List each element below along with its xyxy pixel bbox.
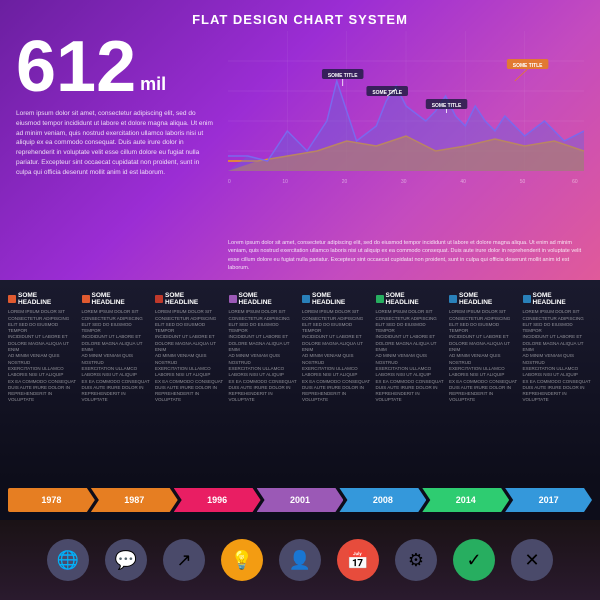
headline-body: LOREM IPSUM DOLOR SITCONSECTETUR ADIPISC… [82,309,152,403]
headline-label: SOMEHEADLINE [229,292,299,306]
right-description: Lorem ipsum dolor sit amet, consectetur … [228,239,584,272]
headline-item-1: SOMEHEADLINE LOREM IPSUM DOLOR SITCONSEC… [82,292,152,472]
timeline-item-2017[interactable]: 2017 [505,488,592,512]
line-chart: SOME TITLE SOME TITLE SOME TITLE SOME TI… [228,31,584,191]
headline-label: SOMEHEADLINE [376,292,446,306]
headline-label: SOMEHEADLINE [523,292,593,306]
settings-icon[interactable]: ⚙ [395,539,437,581]
headline-label: SOMEHEADLINE [302,292,372,306]
left-description: Lorem ipsum dolor sit amet, consectetur … [16,109,216,177]
headline-body: LOREM IPSUM DOLOR SITCONSECTETUR ADIPISC… [8,309,78,403]
headline-body: LOREM IPSUM DOLOR SITCONSECTETUR ADIPISC… [229,309,299,403]
svg-text:SOME TITLE: SOME TITLE [432,103,462,109]
svg-text:40: 40 [460,179,466,185]
headline-body: LOREM IPSUM DOLOR SITCONSECTETUR ADIPISC… [449,309,519,403]
bottom-section: 🌐 💬 ↗ 💡 👤 📅 ⚙ ✓ ✕ [0,520,600,600]
headline-label: SOMEHEADLINE [8,292,78,306]
page-title: FLAT DESIGN CHART SYSTEM [16,12,584,27]
timeline-bar: 1978 1987 1996 2001 2008 2014 2017 [8,488,592,512]
timeline-item-2008[interactable]: 2008 [339,488,426,512]
svg-text:SOME TITLE: SOME TITLE [328,73,358,79]
headline-item-0: SOMEHEADLINE LOREM IPSUM DOLOR SITCONSEC… [8,292,78,472]
headline-body: LOREM IPSUM DOLOR SITCONSECTETUR ADIPISC… [523,309,593,403]
timeline-year: 2014 [456,495,476,505]
svg-text:20: 20 [342,179,348,185]
timeline-year: 1987 [124,495,144,505]
timeline-year: 1978 [41,495,61,505]
check-icon[interactable]: ✓ [453,539,495,581]
big-number: 612 [16,31,136,103]
timeline-item-1978[interactable]: 1978 [8,488,95,512]
headline-title: SOMEHEADLINE [459,292,492,306]
headline-body: LOREM IPSUM DOLOR SITCONSECTETUR ADIPISC… [302,309,372,403]
headline-color-dot [523,295,531,303]
headline-color-dot [376,295,384,303]
timeline-year: 2001 [290,495,310,505]
headline-item-2: SOMEHEADLINE LOREM IPSUM DOLOR SITCONSEC… [155,292,225,472]
headline-color-dot [229,295,237,303]
headline-color-dot [8,295,16,303]
middle-section: SOMEHEADLINE LOREM IPSUM DOLOR SITCONSEC… [0,280,600,480]
timeline-year: 1996 [207,495,227,505]
share-icon[interactable]: ↗ [163,539,205,581]
timeline-item-1996[interactable]: 1996 [174,488,261,512]
timeline-item-1987[interactable]: 1987 [91,488,178,512]
svg-text:SOME TITLE: SOME TITLE [513,63,543,69]
svg-text:30: 30 [401,179,407,185]
left-panel: 612 mil Lorem ipsum dolor sit amet, cons… [16,31,216,272]
right-panel: SOME TITLE SOME TITLE SOME TITLE SOME TI… [216,31,584,272]
chart-area: SOME TITLE SOME TITLE SOME TITLE SOME TI… [228,31,584,235]
headline-title: SOMEHEADLINE [18,292,51,306]
idea-icon[interactable]: 💡 [221,539,263,581]
timeline-section: 1978 1987 1996 2001 2008 2014 2017 [0,480,600,520]
headline-title: SOMEHEADLINE [312,292,345,306]
headline-item-4: SOMEHEADLINE LOREM IPSUM DOLOR SITCONSEC… [302,292,372,472]
timeline-year: 2017 [539,495,559,505]
headline-color-dot [302,295,310,303]
big-number-suffix: mil [140,74,166,95]
svg-text:10: 10 [282,179,288,185]
user-icon[interactable]: 👤 [279,539,321,581]
svg-text:50: 50 [520,179,526,185]
calendar-icon[interactable]: 📅 [337,539,379,581]
close-icon[interactable]: ✕ [511,539,553,581]
headline-item-5: SOMEHEADLINE LOREM IPSUM DOLOR SITCONSEC… [376,292,446,472]
headlines-row: SOMEHEADLINE LOREM IPSUM DOLOR SITCONSEC… [8,292,592,472]
headline-title: SOMEHEADLINE [533,292,566,306]
svg-text:SOME TITLE: SOME TITLE [372,90,402,96]
headline-title: SOMEHEADLINE [239,292,272,306]
headline-color-dot [449,295,457,303]
headline-item-6: SOMEHEADLINE LOREM IPSUM DOLOR SITCONSEC… [449,292,519,472]
headline-title: SOMEHEADLINE [165,292,198,306]
headline-title: SOMEHEADLINE [92,292,125,306]
headline-color-dot [155,295,163,303]
timeline-item-2014[interactable]: 2014 [422,488,509,512]
timeline-item-2001[interactable]: 2001 [257,488,344,512]
headline-label: SOMEHEADLINE [155,292,225,306]
headline-color-dot [82,295,90,303]
headline-title: SOMEHEADLINE [386,292,419,306]
headline-item-7: SOMEHEADLINE LOREM IPSUM DOLOR SITCONSEC… [523,292,593,472]
headline-label: SOMEHEADLINE [82,292,152,306]
svg-text:60: 60 [572,179,578,185]
timeline-year: 2008 [373,495,393,505]
globe-icon[interactable]: 🌐 [47,539,89,581]
headline-body: LOREM IPSUM DOLOR SITCONSECTETUR ADIPISC… [155,309,225,403]
headline-label: SOMEHEADLINE [449,292,519,306]
top-section: FLAT DESIGN CHART SYSTEM 612 mil Lorem i… [0,0,600,280]
svg-text:0: 0 [228,179,231,185]
headline-item-3: SOMEHEADLINE LOREM IPSUM DOLOR SITCONSEC… [229,292,299,472]
headline-body: LOREM IPSUM DOLOR SITCONSECTETUR ADIPISC… [376,309,446,403]
chat-icon[interactable]: 💬 [105,539,147,581]
